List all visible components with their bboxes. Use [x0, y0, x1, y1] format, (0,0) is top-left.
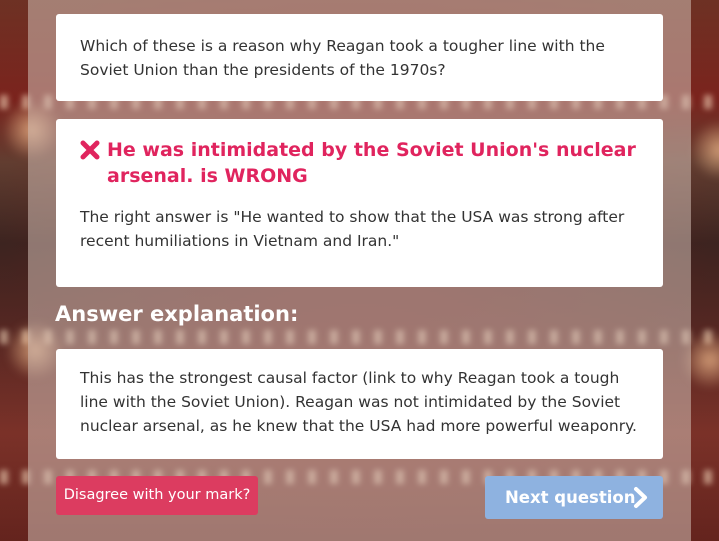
wrong-answer-heading: He was intimidated by the Soviet Union's… [80, 137, 639, 189]
right-answer-text: The right answer is "He wanted to show t… [80, 208, 625, 250]
next-question-button[interactable]: Next question [485, 476, 663, 519]
cross-icon [80, 140, 100, 160]
disagree-button[interactable]: Disagree with your mark? [56, 476, 258, 515]
chevron-right-icon [634, 487, 647, 508]
question-card: Which of these is a reason why Reagan to… [56, 14, 663, 101]
next-question-label: Next question [505, 488, 636, 507]
wrong-answer-title: He was intimidated by the Soviet Union's… [107, 139, 636, 187]
explanation-card: This has the strongest causal factor (li… [56, 349, 663, 459]
explanation-heading: Answer explanation: [55, 302, 299, 326]
explanation-text: This has the strongest causal factor (li… [80, 369, 637, 435]
question-text: Which of these is a reason why Reagan to… [80, 37, 605, 79]
result-card: He was intimidated by the Soviet Union's… [56, 119, 663, 287]
